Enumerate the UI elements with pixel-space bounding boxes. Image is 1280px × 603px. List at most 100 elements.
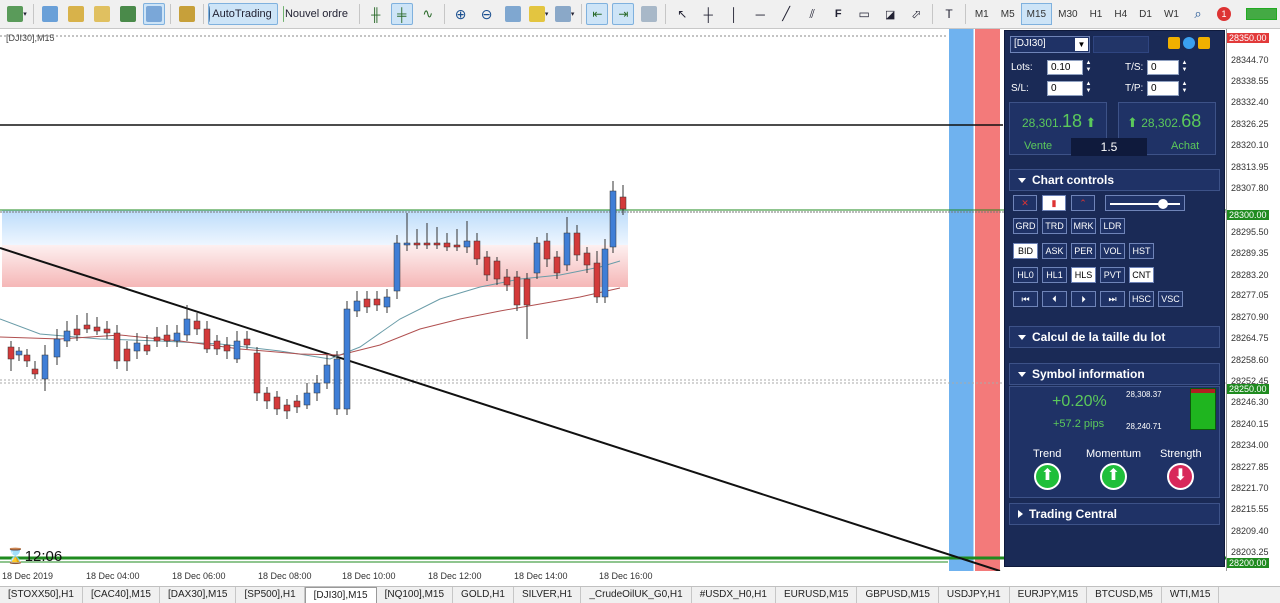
copy-icon[interactable]: [1168, 37, 1180, 49]
chart-control-mrk-button[interactable]: MRK: [1071, 218, 1096, 234]
tf-m15[interactable]: M15: [1020, 3, 1053, 25]
vertical-line-button[interactable]: │: [723, 3, 745, 25]
chart-control-vsc-button[interactable]: VSC: [1158, 291, 1183, 307]
lots-input[interactable]: 0.10: [1047, 60, 1083, 75]
templates-button[interactable]: ▾: [554, 3, 576, 25]
chart-tab[interactable]: GBPUSD,M15: [857, 587, 939, 603]
time-axis[interactable]: 18 Dec 2019 18 Dec 04:00 18 Dec 06:00 18 De…: [0, 571, 1226, 585]
channel-button[interactable]: ⫽: [801, 3, 823, 25]
tf-m5[interactable]: M5: [995, 3, 1021, 25]
prev-bar-button[interactable]: ⏴: [1042, 291, 1067, 307]
stop-loss-input[interactable]: 0: [1047, 81, 1083, 96]
trendline-button[interactable]: ╱: [775, 3, 797, 25]
zoom-slider[interactable]: [1105, 195, 1185, 211]
chart-tab[interactable]: WTI,M15: [1162, 587, 1220, 603]
chart-tab[interactable]: [STOXX50],H1: [0, 587, 83, 603]
terminal-button[interactable]: [117, 3, 139, 25]
chart-control-bid-button[interactable]: BID: [1013, 243, 1038, 259]
take-profit-stepper[interactable]: ▲ ▼: [1181, 81, 1188, 96]
next-bar-button[interactable]: ⏵: [1071, 291, 1096, 307]
chart-control-ldr-button[interactable]: LDR: [1100, 218, 1125, 234]
metaeditor-button[interactable]: [176, 3, 198, 25]
chart-line-type-button[interactable]: ⌃: [1071, 195, 1095, 211]
chart-control-pvt-button[interactable]: PVT: [1100, 267, 1125, 283]
symbol-information-header[interactable]: Symbol information: [1009, 363, 1220, 385]
chart-control-per-button[interactable]: PER: [1071, 243, 1096, 259]
chart-control-hl1-button[interactable]: HL1: [1042, 267, 1067, 283]
chart-tab[interactable]: #USDX_H0,H1: [692, 587, 776, 603]
tester-button[interactable]: [142, 3, 165, 25]
zoom-out-button[interactable]: ⊖: [476, 3, 498, 25]
periodicity-button[interactable]: [638, 3, 660, 25]
tf-m30[interactable]: M30: [1052, 3, 1083, 25]
indicators-button[interactable]: ▾: [528, 3, 550, 25]
tf-w1[interactable]: W1: [1158, 3, 1185, 25]
chart-tab[interactable]: [NQ100],M15: [377, 587, 454, 603]
chart-tab[interactable]: BTCUSD,M5: [1087, 587, 1162, 603]
chart-control-ask-button[interactable]: ASK: [1042, 243, 1067, 259]
account-status-button[interactable]: [1245, 3, 1278, 25]
chart-tab[interactable]: GOLD,H1: [453, 587, 514, 603]
minimize-icon[interactable]: [1198, 37, 1210, 49]
stop-loss-stepper[interactable]: ▲ ▼: [1085, 81, 1092, 96]
alerts-button[interactable]: 1: [1213, 3, 1235, 25]
chart-control-hls-button[interactable]: HLS: [1071, 267, 1096, 283]
chart-tab[interactable]: EURUSD,M15: [776, 587, 858, 603]
tf-h4[interactable]: H4: [1108, 3, 1133, 25]
search-button[interactable]: ⌕: [1187, 3, 1209, 25]
market-watch-button[interactable]: [39, 3, 61, 25]
settings-icon[interactable]: [1183, 37, 1195, 49]
chart-control-grd-button[interactable]: GRD: [1013, 218, 1038, 234]
chart-control-hsc-button[interactable]: HSC: [1129, 291, 1154, 307]
cursor-button[interactable]: ↖: [671, 3, 693, 25]
last-bar-button[interactable]: ⏭: [1100, 291, 1125, 307]
tf-d1[interactable]: D1: [1133, 3, 1158, 25]
chart-shift-button[interactable]: ⇤: [586, 3, 609, 25]
tile-windows-button[interactable]: [502, 3, 524, 25]
chart-control-cnt-button[interactable]: CNT: [1129, 267, 1154, 283]
chart-control-hst-button[interactable]: HST: [1129, 243, 1154, 259]
lot-size-calculator-header[interactable]: Calcul de la taille du lot: [1009, 326, 1220, 348]
trailing-stop-stepper[interactable]: ▲ ▼: [1181, 60, 1188, 75]
zoom-in-button[interactable]: ⊕: [450, 3, 472, 25]
chart-tab[interactable]: [DJI30],M15: [304, 587, 377, 603]
horizontal-line-button[interactable]: ─: [749, 3, 771, 25]
arrow-button[interactable]: ⬀: [905, 3, 927, 25]
chart-controls-header[interactable]: Chart controls: [1009, 169, 1220, 191]
chart-tab[interactable]: SILVER,H1: [514, 587, 582, 603]
crosshair-button[interactable]: ┼: [697, 3, 719, 25]
line-chart-button[interactable]: ∿: [417, 3, 439, 25]
tf-m1[interactable]: M1: [969, 3, 995, 25]
autotrading-button[interactable]: AutoTrading: [208, 3, 278, 25]
chart-tab[interactable]: [CAC40],M15: [83, 587, 160, 603]
lots-stepper[interactable]: ▲ ▼: [1085, 60, 1092, 75]
candlestick-button[interactable]: ╪: [390, 3, 413, 25]
chart-tab[interactable]: [SP500],H1: [236, 587, 305, 603]
take-profit-input[interactable]: 0: [1147, 81, 1179, 96]
zoom-slider-thumb[interactable]: [1158, 199, 1168, 209]
tf-h1[interactable]: H1: [1084, 3, 1109, 25]
chart-tab[interactable]: EURJPY,M15: [1010, 587, 1088, 603]
chart-bar-type-button[interactable]: ✕: [1013, 195, 1037, 211]
shapes-button[interactable]: ◪: [879, 3, 901, 25]
chart-tab[interactable]: _CrudeOilUK_G0,H1: [581, 587, 692, 603]
chart-control-vol-button[interactable]: VOL: [1100, 243, 1125, 259]
text-button[interactable]: T: [938, 3, 960, 25]
auto-scroll-button[interactable]: ⇥: [612, 3, 635, 25]
bar-chart-button[interactable]: ╫: [365, 3, 387, 25]
data-window-button[interactable]: [65, 3, 87, 25]
trading-central-header[interactable]: Trading Central: [1009, 503, 1220, 525]
fibonacci-button[interactable]: F: [827, 3, 849, 25]
chart-tab[interactable]: [DAX30],M15: [160, 587, 237, 603]
first-bar-button[interactable]: ⏮: [1013, 291, 1038, 307]
trailing-stop-input[interactable]: 0: [1147, 60, 1179, 75]
chart-candle-type-button[interactable]: ▮: [1042, 195, 1066, 211]
new-order-button[interactable]: Nouvel ordre: [282, 3, 354, 25]
rectangle-button[interactable]: ▭: [853, 3, 875, 25]
chart-control-trd-button[interactable]: TRD: [1042, 218, 1067, 234]
chart-control-hl0-button[interactable]: HL0: [1013, 267, 1038, 283]
navigator-button[interactable]: [91, 3, 113, 25]
chart-tab[interactable]: USDJPY,H1: [939, 587, 1010, 603]
new-chart-button[interactable]: ▾: [6, 3, 28, 25]
price-axis[interactable]: 28350.00 28344.70 28338.55 28332.40 28326.25…: [1226, 29, 1280, 571]
